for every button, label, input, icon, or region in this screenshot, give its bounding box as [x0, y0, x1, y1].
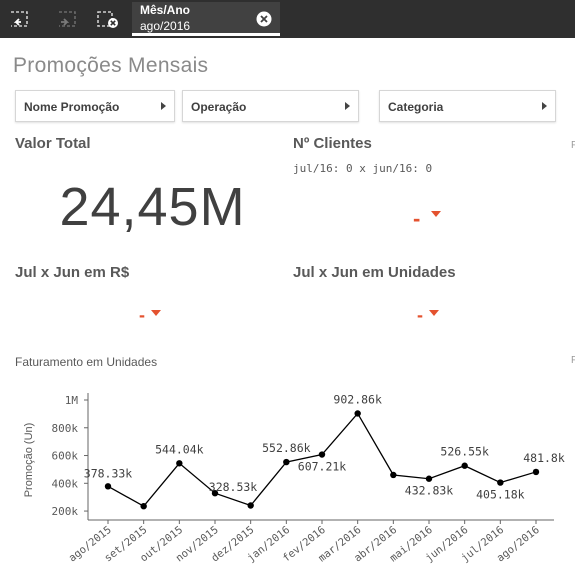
selections-toolbar: Mês/Ano ago/2016	[0, 0, 575, 38]
data-point	[532, 468, 540, 476]
data-point	[461, 462, 468, 469]
filter-label: Operação	[191, 100, 247, 114]
step-forward-button[interactable]	[46, 0, 86, 38]
kpi-n-clientes-subtitle: jul/16: 0 x jun/16: 0	[293, 162, 433, 175]
filter-label: Categoria	[388, 100, 444, 114]
kpi-jul-jun-un-title: Jul x Jun em Unidades	[293, 264, 456, 281]
selection-chip[interactable]: Mês/Ano ago/2016	[132, 2, 280, 36]
data-point	[425, 475, 433, 482]
filter-operacao[interactable]: Operação	[182, 90, 359, 122]
data-label: 544.04k	[155, 442, 204, 456]
kpi-jul-jun-rs-value: -	[139, 305, 145, 325]
filter-nome-promocao[interactable]: Nome Promoção	[15, 90, 175, 122]
y-tick-label: 400k	[52, 477, 79, 490]
data-label: 552.86k	[262, 441, 311, 455]
sheet-title: Promoções Mensais	[13, 54, 209, 77]
data-point	[247, 502, 254, 509]
clipped-object-label: F	[571, 140, 575, 151]
arrow-down-icon	[429, 310, 439, 316]
data-point	[354, 410, 361, 417]
data-point	[318, 451, 326, 458]
filter-label: Nome Promoção	[24, 100, 120, 114]
selection-field-label: Mês/Ano	[140, 3, 191, 17]
filter-categoria[interactable]: Categoria	[379, 90, 556, 122]
y-axis-title: Promoção (Un)	[23, 423, 35, 498]
kpi-n-clientes-value: -	[413, 206, 421, 231]
chevron-right-icon	[161, 102, 166, 110]
data-label: 432.83k	[405, 484, 454, 498]
clear-selections-button[interactable]	[88, 0, 128, 38]
data-label: 328.53k	[209, 480, 258, 494]
clipped-object-label: F	[571, 355, 575, 366]
data-point	[390, 471, 397, 479]
selection-value: ago/2016	[140, 19, 191, 33]
y-tick-label: 600k	[52, 450, 79, 463]
kpi-jul-jun-rs-title: Jul x Jun em R$	[15, 264, 130, 281]
data-label: 405.18k	[476, 488, 525, 502]
step-back-icon	[11, 11, 28, 27]
chevron-right-icon	[542, 102, 547, 110]
data-label: 378.33k	[84, 466, 133, 480]
chevron-right-icon	[345, 102, 350, 110]
kpi-jul-jun-un-value: -	[417, 305, 423, 325]
arrow-down-icon	[431, 211, 441, 217]
data-point	[283, 458, 290, 466]
data-label: 607.21k	[298, 460, 347, 474]
kpi-n-clientes-title: Nº Clientes	[293, 135, 372, 152]
chart-title: Faturamento em Unidades	[15, 355, 158, 369]
data-point	[104, 483, 112, 490]
step-back-button[interactable]	[0, 0, 40, 38]
kpi-valor-total-title: Valor Total	[15, 135, 91, 152]
data-point	[176, 460, 183, 467]
data-label: 526.55k	[440, 445, 489, 459]
data-point	[497, 479, 504, 486]
close-icon[interactable]	[256, 11, 272, 27]
y-tick-label: 200k	[52, 505, 79, 518]
data-point	[140, 503, 147, 510]
step-forward-icon	[59, 11, 76, 27]
y-tick-label: 1M	[65, 394, 79, 407]
line-chart[interactable]: 200k400k600k800k1MPromoção (Un)ago/2015s…	[0, 375, 575, 565]
clear-selections-icon	[97, 11, 118, 28]
y-tick-label: 800k	[52, 422, 79, 435]
kpi-valor-total-value: 24,45M	[59, 177, 246, 237]
data-label: 481.8k	[523, 451, 565, 465]
arrow-down-icon	[151, 310, 161, 316]
data-label: 902.86k	[333, 392, 382, 406]
